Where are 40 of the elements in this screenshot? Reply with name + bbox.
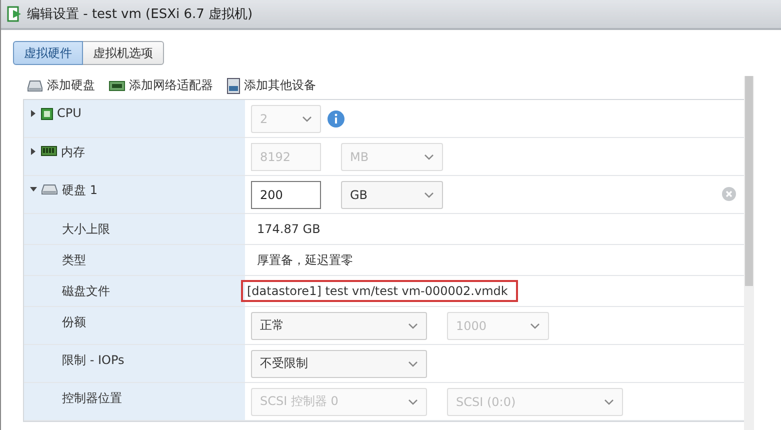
- info-icon[interactable]: [327, 110, 345, 128]
- chevron-down-icon: [424, 154, 434, 160]
- row-label: 硬盘 1: [62, 182, 98, 199]
- tab[interactable]: 虚拟机选项: [83, 41, 164, 65]
- row-label: 控制器位置: [62, 390, 122, 407]
- row-label: 大小上限: [62, 221, 110, 238]
- tab[interactable]: 虚拟硬件: [13, 41, 83, 65]
- dropdown[interactable]: 正常: [251, 312, 427, 340]
- highlighted-value: [datastore1] test vm/test vm-000002.vmdk: [241, 280, 518, 302]
- caret-down-icon[interactable]: [30, 186, 37, 193]
- caret-right-icon[interactable]: [30, 148, 37, 155]
- chevron-down-icon: [604, 398, 614, 404]
- window-title: 编辑设置 - test vm (ESXi 6.7 虚拟机): [27, 6, 253, 23]
- row-label: CPU: [57, 106, 82, 120]
- row-label: 份额: [62, 314, 86, 331]
- toolbar-button[interactable]: 添加其他设备: [227, 75, 316, 96]
- input-field[interactable]: 200: [251, 180, 321, 208]
- chevron-down-icon: [408, 322, 418, 328]
- dropdown[interactable]: 不受限制: [251, 350, 427, 378]
- row-label: 类型: [62, 252, 86, 269]
- chevron-down-icon: [424, 192, 434, 198]
- chip-icon: [41, 108, 53, 120]
- chevron-down-icon: [408, 398, 418, 404]
- row-label: 内存: [61, 144, 85, 161]
- chevron-down-icon: [408, 360, 418, 366]
- row-label: 限制 - IOPs: [62, 352, 124, 369]
- dropdown[interactable]: GB: [341, 180, 443, 208]
- memory-icon: [41, 146, 57, 156]
- device-icon: [227, 78, 240, 94]
- chevron-down-icon: [530, 322, 540, 328]
- caret-right-icon[interactable]: [30, 110, 37, 117]
- toolbar-button[interactable]: 添加网络适配器: [109, 75, 213, 96]
- row-label: 磁盘文件: [62, 283, 110, 300]
- network-card-icon: [109, 80, 125, 90]
- app-icon: [7, 5, 23, 23]
- row-value: 厚置备，延迟置零: [256, 252, 354, 268]
- scrollbar[interactable]: [744, 76, 754, 430]
- chevron-down-icon: [302, 116, 312, 122]
- toolbar-button[interactable]: 添加硬盘: [27, 75, 95, 96]
- row-value: 174.87 GB: [256, 221, 322, 238]
